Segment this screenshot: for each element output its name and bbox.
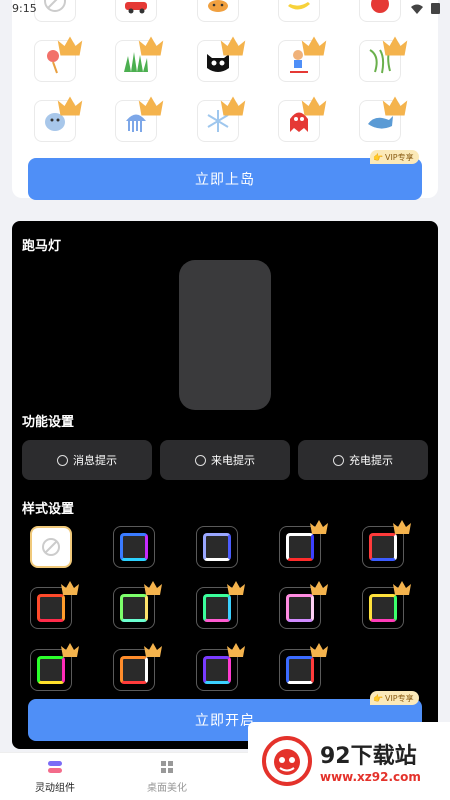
- style-swatch: [203, 594, 231, 622]
- style-option[interactable]: [196, 643, 245, 691]
- wifi-icon: [411, 4, 423, 14]
- hand-icon: 👉: [373, 152, 383, 162]
- sticker-lantern[interactable]: [34, 36, 83, 82]
- sticker-sloth[interactable]: [34, 96, 83, 142]
- crown-icon: [144, 643, 162, 657]
- style-option[interactable]: [113, 581, 162, 629]
- charge-alert-option[interactable]: 充电提示: [298, 440, 428, 480]
- crown-icon: [382, 36, 408, 56]
- crown-icon: [144, 581, 162, 595]
- message-alert-option[interactable]: 消息提示: [22, 440, 152, 480]
- sticker-ghost[interactable]: [278, 96, 327, 142]
- watermark-title: 92下载站: [320, 744, 417, 769]
- option-label: 消息提示: [73, 454, 117, 467]
- desktop-grid-icon: [161, 761, 173, 773]
- sticker-grass[interactable]: [115, 36, 164, 82]
- style-option[interactable]: [30, 526, 72, 568]
- style-option[interactable]: [196, 581, 245, 629]
- crown-icon: [382, 96, 408, 116]
- crown-icon: [57, 96, 83, 116]
- style-option[interactable]: [362, 520, 411, 568]
- nav-item-desktop[interactable]: 桌面美化: [122, 759, 212, 794]
- crown-icon: [301, 96, 327, 116]
- sticker-cat[interactable]: [197, 36, 246, 82]
- radio-icon: [195, 454, 206, 466]
- call-alert-option[interactable]: 来电提示: [160, 440, 290, 480]
- style-swatch: [203, 533, 231, 561]
- crown-icon: [220, 96, 246, 116]
- style-swatch: [120, 533, 148, 561]
- crown-icon: [393, 520, 411, 534]
- crown-icon: [138, 36, 164, 56]
- watermark-logo-icon: [262, 736, 312, 786]
- style-swatch: [286, 594, 314, 622]
- crown-icon: [138, 96, 164, 116]
- sticker-whale[interactable]: [359, 96, 408, 142]
- function-settings-title: 功能设置: [22, 415, 75, 430]
- style-option[interactable]: [30, 643, 79, 691]
- watermark-url: www.xz92.com: [320, 770, 421, 784]
- style-option[interactable]: [30, 581, 79, 629]
- style-swatch: [37, 656, 65, 684]
- style-settings-title: 样式设置: [22, 502, 75, 517]
- style-option[interactable]: [279, 520, 328, 568]
- style-swatch: [286, 656, 314, 684]
- watermark: 92下载站 www.xz92.com: [248, 722, 450, 800]
- crown-icon: [61, 643, 79, 657]
- marquee-title: 跑马灯: [22, 239, 62, 254]
- island-button[interactable]: 立即上岛: [28, 158, 422, 200]
- nav-label: 灵动组件: [35, 783, 75, 794]
- style-swatch: [203, 656, 231, 684]
- sticker-willow[interactable]: [359, 36, 408, 82]
- enable-button-label: 立即开启: [195, 713, 255, 729]
- vip-tag-label: VIP专享: [384, 152, 414, 162]
- widgets-icon: [48, 761, 62, 773]
- crown-icon: [301, 36, 327, 56]
- nav-item-widgets[interactable]: 灵动组件: [10, 759, 100, 794]
- crown-icon: [227, 643, 245, 657]
- style-option[interactable]: [279, 581, 328, 629]
- style-option[interactable]: [196, 526, 238, 568]
- marquee-card: 跑马灯 功能设置 消息提示 来电提示 充电提示 样式设置 立即开启 👉 VIP专…: [12, 221, 438, 749]
- crown-icon: [57, 36, 83, 56]
- sticker-card: 立即上岛 👉 VIP专享: [12, 0, 438, 200]
- sticker-snowflake[interactable]: [197, 96, 246, 142]
- status-icons: [411, 3, 440, 14]
- style-option[interactable]: [113, 526, 155, 568]
- nav-label: 桌面美化: [147, 783, 187, 794]
- vip-tag-label: VIP专享: [384, 693, 414, 703]
- status-bar: 9:15: [0, 0, 450, 20]
- status-time: 9:15: [12, 2, 37, 15]
- style-swatch: [369, 594, 397, 622]
- style-swatch: [120, 656, 148, 684]
- crown-icon: [227, 581, 245, 595]
- vip-tag: 👉 VIP专享: [370, 150, 419, 164]
- style-option[interactable]: [113, 643, 162, 691]
- style-option[interactable]: [279, 643, 328, 691]
- island-button-label: 立即上岛: [195, 172, 255, 188]
- crown-icon: [310, 643, 328, 657]
- crown-icon: [61, 581, 79, 595]
- style-swatch: [37, 594, 65, 622]
- sticker-jellyfish[interactable]: [115, 96, 164, 142]
- option-label: 来电提示: [211, 454, 255, 467]
- battery-icon: [431, 3, 440, 14]
- crown-icon: [220, 36, 246, 56]
- none-style-icon: [42, 538, 60, 556]
- style-swatch: [369, 533, 397, 561]
- style-swatch: [286, 533, 314, 561]
- sticker-scooter-girl[interactable]: [278, 36, 327, 82]
- watermark-text: 92下载站 www.xz92.com: [320, 738, 421, 784]
- option-label: 充电提示: [349, 454, 393, 467]
- style-swatch: [120, 594, 148, 622]
- hand-icon: 👉: [373, 693, 383, 703]
- phone-preview: [179, 260, 271, 410]
- radio-icon: [333, 454, 344, 466]
- style-option[interactable]: [362, 581, 411, 629]
- radio-icon: [57, 454, 68, 466]
- crown-icon: [310, 581, 328, 595]
- crown-icon: [310, 520, 328, 534]
- crown-icon: [393, 581, 411, 595]
- vip-tag: 👉 VIP专享: [370, 691, 419, 705]
